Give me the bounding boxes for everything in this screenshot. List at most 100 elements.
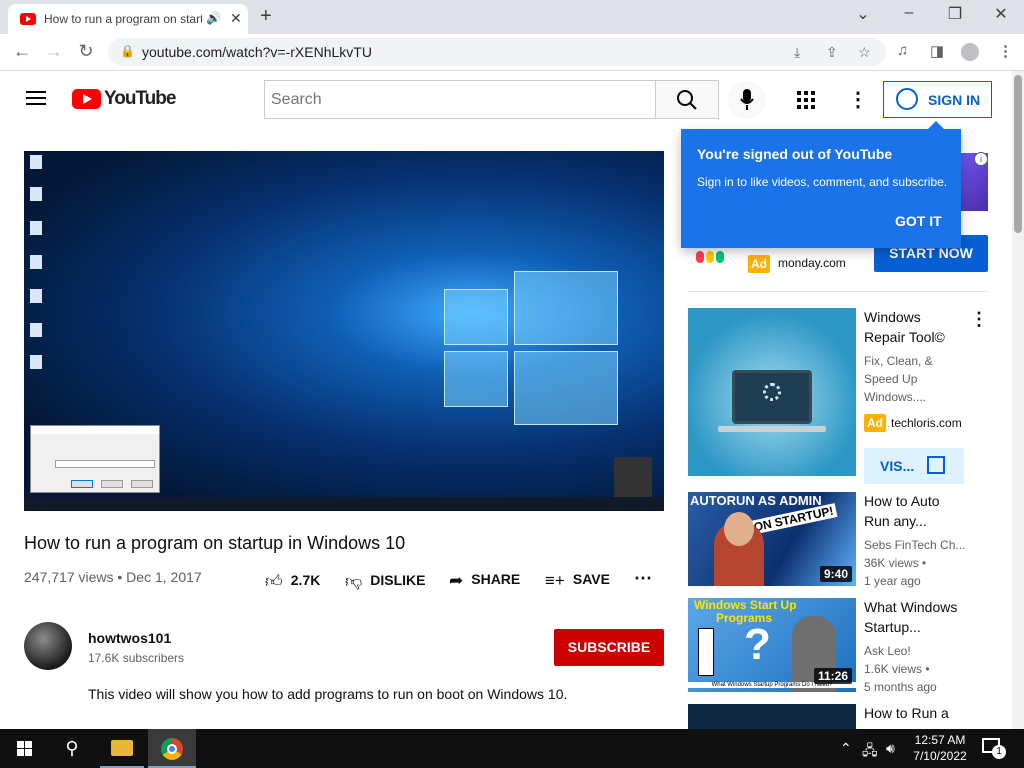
install-icon[interactable]: ⤓	[794, 44, 800, 61]
video-thumbnail[interactable]	[688, 704, 856, 729]
taskbar-search-icon[interactable]: ⚲	[48, 729, 96, 768]
desktop-shortcut-icon	[30, 355, 42, 369]
thumbs-down-icon: 👎︎	[345, 572, 363, 591]
save-button[interactable]: ≡+ SAVE	[545, 571, 610, 591]
profile-icon[interactable]	[961, 43, 979, 61]
subscriber-count: 17.6K subscribers	[88, 651, 185, 665]
laptop-illustration	[732, 370, 812, 424]
channel-name[interactable]: howtwos101	[88, 630, 171, 646]
playlist-add-icon: ≡+	[545, 571, 565, 590]
presenter-face	[724, 512, 754, 546]
page-scrollbar[interactable]	[1012, 71, 1024, 729]
volume-icon[interactable]: 🔊︎	[886, 740, 895, 757]
windows-wallpaper-logo	[444, 271, 620, 427]
clock-date: 7/10/2022	[913, 749, 967, 763]
popup-title: You're signed out of YouTube	[697, 146, 893, 162]
ad-thumbnail[interactable]	[688, 308, 856, 476]
notification-count: 1	[992, 745, 1006, 759]
youtube-logo-text: YouTube	[104, 88, 176, 109]
more-actions-icon[interactable]: ⋯	[634, 568, 652, 589]
minimize-button[interactable]: –	[894, 4, 924, 22]
got-it-button[interactable]: GOT IT	[895, 213, 942, 229]
audio-playing-icon[interactable]: 🔊	[206, 11, 221, 25]
notification-center-icon[interactable]: 1	[982, 738, 1006, 759]
video-title-line1[interactable]: What Windows	[864, 597, 957, 617]
search-button[interactable]	[655, 80, 719, 119]
search-input[interactable]	[265, 81, 655, 118]
video-title-line1[interactable]: How to Run a	[864, 703, 949, 723]
ad-info-icon[interactable]: i	[974, 152, 988, 166]
save-label: SAVE	[572, 571, 610, 587]
external-link-icon	[927, 456, 945, 474]
video-title-line2[interactable]: Run any...	[864, 511, 927, 531]
new-tab-button[interactable]: +	[260, 5, 272, 28]
video-views-date: 247,717 views • Dec 1, 2017	[24, 569, 202, 585]
search-box[interactable]	[264, 80, 656, 119]
desktop-shortcut-icon	[30, 187, 42, 201]
video-views: 36K views •	[864, 556, 927, 570]
visit-label: VIS...	[880, 458, 915, 474]
share-icon[interactable]: ⇪	[826, 44, 838, 61]
desktop-shortcut-icon	[30, 289, 42, 303]
video-views: 1.6K views •	[864, 662, 930, 676]
restore-button[interactable]: ❐	[940, 4, 970, 24]
media-control-icon[interactable]: ♫	[897, 42, 908, 59]
show-hidden-icons-icon[interactable]: ⌃	[840, 740, 852, 757]
bookmark-star-icon[interactable]: ☆	[858, 44, 871, 61]
url-text[interactable]: youtube.com/watch?v=-rXENhLkvTU	[142, 44, 372, 60]
apps-grid-icon[interactable]	[797, 91, 815, 109]
desktop-shortcut-icon	[30, 255, 42, 269]
visit-site-button[interactable]: VIS...	[864, 448, 964, 484]
reload-button[interactable]: ↻	[74, 41, 98, 62]
address-bar[interactable]: 🔒 youtube.com/watch?v=-rXENhLkvTU ⤓ ⇪ ☆	[108, 38, 886, 66]
channel-avatar[interactable]	[24, 622, 72, 670]
video-thumbnail[interactable]: Windows Start Up Programs ? What Windows…	[688, 598, 856, 692]
close-window-button[interactable]: ✕	[986, 4, 1016, 24]
video-title-line1[interactable]: How to Auto	[864, 491, 940, 511]
tab-search-icon[interactable]: ⌄	[848, 4, 878, 24]
share-arrow-icon: ➦	[449, 571, 464, 590]
recycle-bin-icon	[30, 155, 42, 169]
menu-icon[interactable]	[26, 91, 46, 105]
settings-more-icon[interactable]: ⋮	[848, 87, 868, 112]
file-explorer-icon[interactable]	[100, 729, 144, 768]
ad-domain: monday.com	[778, 256, 846, 270]
chrome-menu-icon[interactable]: ⋮	[998, 42, 1013, 60]
side-panel-icon[interactable]: ◨	[930, 42, 944, 60]
video-channel[interactable]: Ask Leo!	[864, 642, 911, 660]
video-title-line2[interactable]: Startup...	[864, 617, 921, 637]
tab-close-icon[interactable]: ✕	[230, 10, 242, 27]
video-duration: 11:26	[813, 668, 852, 684]
ad-menu-icon[interactable]: ⋮	[970, 309, 988, 330]
share-button[interactable]: ➦ SHARE	[449, 571, 520, 591]
like-button[interactable]: 👍︎ 2.7K	[265, 571, 320, 592]
like-count: 2.7K	[290, 572, 321, 588]
dislike-button[interactable]: 👎︎ DISLIKE	[345, 571, 426, 592]
network-icon[interactable]: 🖧︎	[862, 740, 878, 764]
windows-start-button[interactable]	[0, 729, 48, 768]
video-windows-taskbar	[24, 497, 664, 511]
lock-icon[interactable]: 🔒	[120, 44, 135, 58]
taskbar-clock[interactable]: 12:57 AM 7/10/2022	[910, 732, 970, 764]
video-thumbnail[interactable]: AUTORUN AS ADMIN ON STARTUP! 9:40	[688, 492, 856, 586]
thumbs-up-icon: 👍︎	[265, 572, 283, 591]
browser-tab[interactable]: How to run a program on startup in Windo…	[8, 4, 248, 34]
ad-desc-line1: Fix, Clean, &	[864, 354, 933, 368]
video-player[interactable]	[24, 151, 664, 511]
voice-search-button[interactable]	[728, 81, 766, 119]
ad-desc-line3: Windows....	[864, 390, 927, 404]
video-title: How to run a program on startup in Windo…	[24, 533, 406, 553]
ad-title-line2[interactable]: Repair Tool©	[864, 327, 945, 347]
share-label: SHARE	[471, 571, 521, 587]
ad-title-line1[interactable]: Windows	[864, 307, 921, 327]
microphone-icon	[740, 89, 754, 110]
video-age: 5 months ago	[864, 680, 937, 694]
tab-title: How to run a program on startup in Windo…	[44, 12, 202, 26]
sign-in-button[interactable]: SIGN IN	[883, 81, 992, 118]
forward-button[interactable]: →	[42, 41, 66, 62]
back-button[interactable]: ←	[10, 41, 34, 62]
chrome-taskbar-icon[interactable]	[148, 729, 196, 768]
video-channel[interactable]: Sebs FinTech Ch...	[864, 536, 965, 554]
subscribe-button[interactable]: SUBSCRIBE	[554, 629, 664, 666]
scrollbar-thumb[interactable]	[1014, 75, 1022, 233]
